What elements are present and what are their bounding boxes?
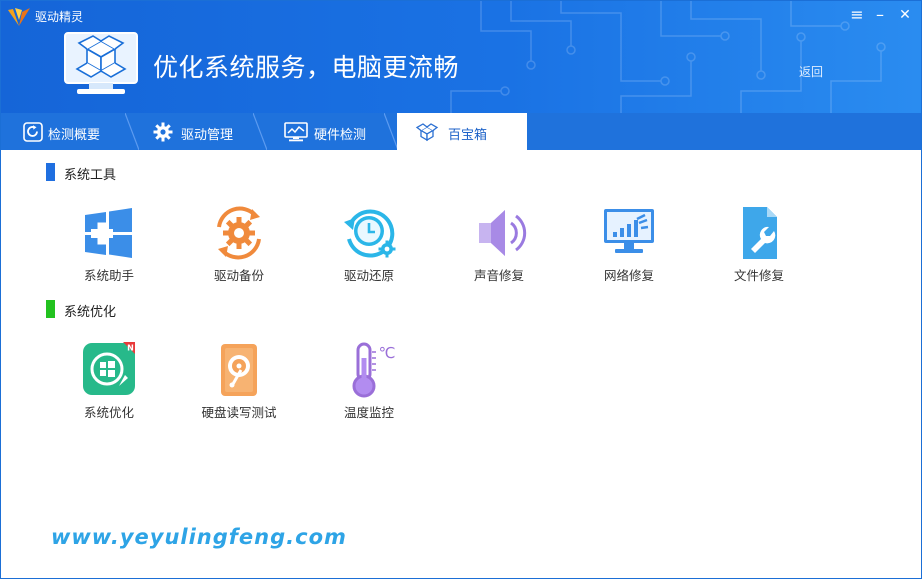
tool-label: 文件修复 [733, 268, 784, 283]
section-accent-bar [46, 163, 55, 181]
tab-overview[interactable]: 检测概要 [1, 113, 139, 150]
section-title: 系统优化 [64, 305, 117, 320]
refresh-icon [23, 122, 43, 142]
celsius-unit: ℃ [379, 344, 396, 362]
thermometer-icon: ℃ [352, 342, 396, 398]
back-link[interactable]: 返回 [799, 63, 823, 80]
tool-label: 温度监控 [343, 405, 394, 420]
tool-sound-repair[interactable]: 声音修复 [444, 205, 554, 285]
close-button[interactable]: ✕ [894, 4, 916, 26]
tool-system-optimize[interactable]: N 系统优化 [54, 342, 164, 422]
tool-driver-backup[interactable]: 驱动备份 [184, 205, 294, 285]
toolbox-monitor-icon [64, 32, 138, 94]
tab-label: 检测概要 [48, 128, 101, 143]
tab-label: 硬件检测 [314, 128, 367, 143]
tool-network-repair[interactable]: 网络修复 [574, 205, 684, 285]
toolbox-icon [415, 123, 439, 142]
windows-plus-icon [85, 208, 132, 258]
network-monitor-icon [604, 209, 654, 253]
rocket-windows-icon: N [83, 342, 135, 395]
tool-label: 驱动还原 [343, 268, 394, 283]
minimize-button[interactable]: – [869, 4, 891, 26]
tool-label: 驱动备份 [213, 268, 264, 283]
tool-temperature-monitor[interactable]: ℃ 温度监控 [314, 342, 424, 422]
tab-label: 驱动管理 [181, 128, 234, 143]
tool-system-assistant[interactable]: 系统助手 [54, 205, 164, 285]
hard-disk-icon [221, 344, 257, 396]
tab-label: 百宝箱 [448, 128, 488, 143]
watermark: www.yeyulingfeng.com [51, 525, 347, 549]
tab-divider [253, 113, 267, 150]
tool-file-repair[interactable]: 文件修复 [704, 205, 814, 285]
tool-disk-speed-test[interactable]: 硬盘读写测试 [184, 342, 294, 422]
tab-bar: 检测概要 驱动管理 硬件检测 百宝箱 [1, 113, 921, 150]
tool-label: 硬盘读写测试 [201, 405, 277, 420]
clock-restore-icon [344, 209, 396, 258]
page-headline: 优化系统服务，电脑更流畅 [153, 53, 460, 82]
app-logo-icon [8, 8, 30, 26]
menu-button[interactable]: ≡ [846, 4, 868, 26]
app-window: 驱动精灵 ≡ – ✕ 优化系统服务，电脑更流畅 返回 检测概要 驱动管理 硬件检… [0, 0, 922, 579]
tab-hardware-check[interactable]: 硬件检测 [267, 113, 397, 150]
gear-icon [153, 122, 173, 142]
section-accent-bar [46, 300, 55, 318]
tab-divider [125, 113, 139, 150]
tool-driver-restore[interactable]: 驱动还原 [314, 205, 424, 285]
tab-divider [384, 113, 398, 150]
speaker-icon [479, 210, 527, 256]
tool-label: 系统优化 [83, 405, 134, 420]
gear-backup-icon [217, 206, 261, 260]
tool-label: 网络修复 [603, 268, 654, 283]
tab-driver-manager[interactable]: 驱动管理 [139, 113, 267, 150]
section-title: 系统工具 [64, 168, 117, 183]
app-title: 驱动精灵 [35, 10, 84, 24]
new-badge: N [127, 344, 134, 353]
tool-label: 系统助手 [83, 268, 134, 283]
tab-toolbox[interactable]: 百宝箱 [397, 113, 527, 150]
tool-label: 声音修复 [473, 268, 524, 283]
file-wrench-icon [743, 207, 777, 259]
header-banner: 驱动精灵 ≡ – ✕ 优化系统服务，电脑更流畅 返回 [1, 1, 921, 113]
monitor-chart-icon [284, 122, 308, 142]
